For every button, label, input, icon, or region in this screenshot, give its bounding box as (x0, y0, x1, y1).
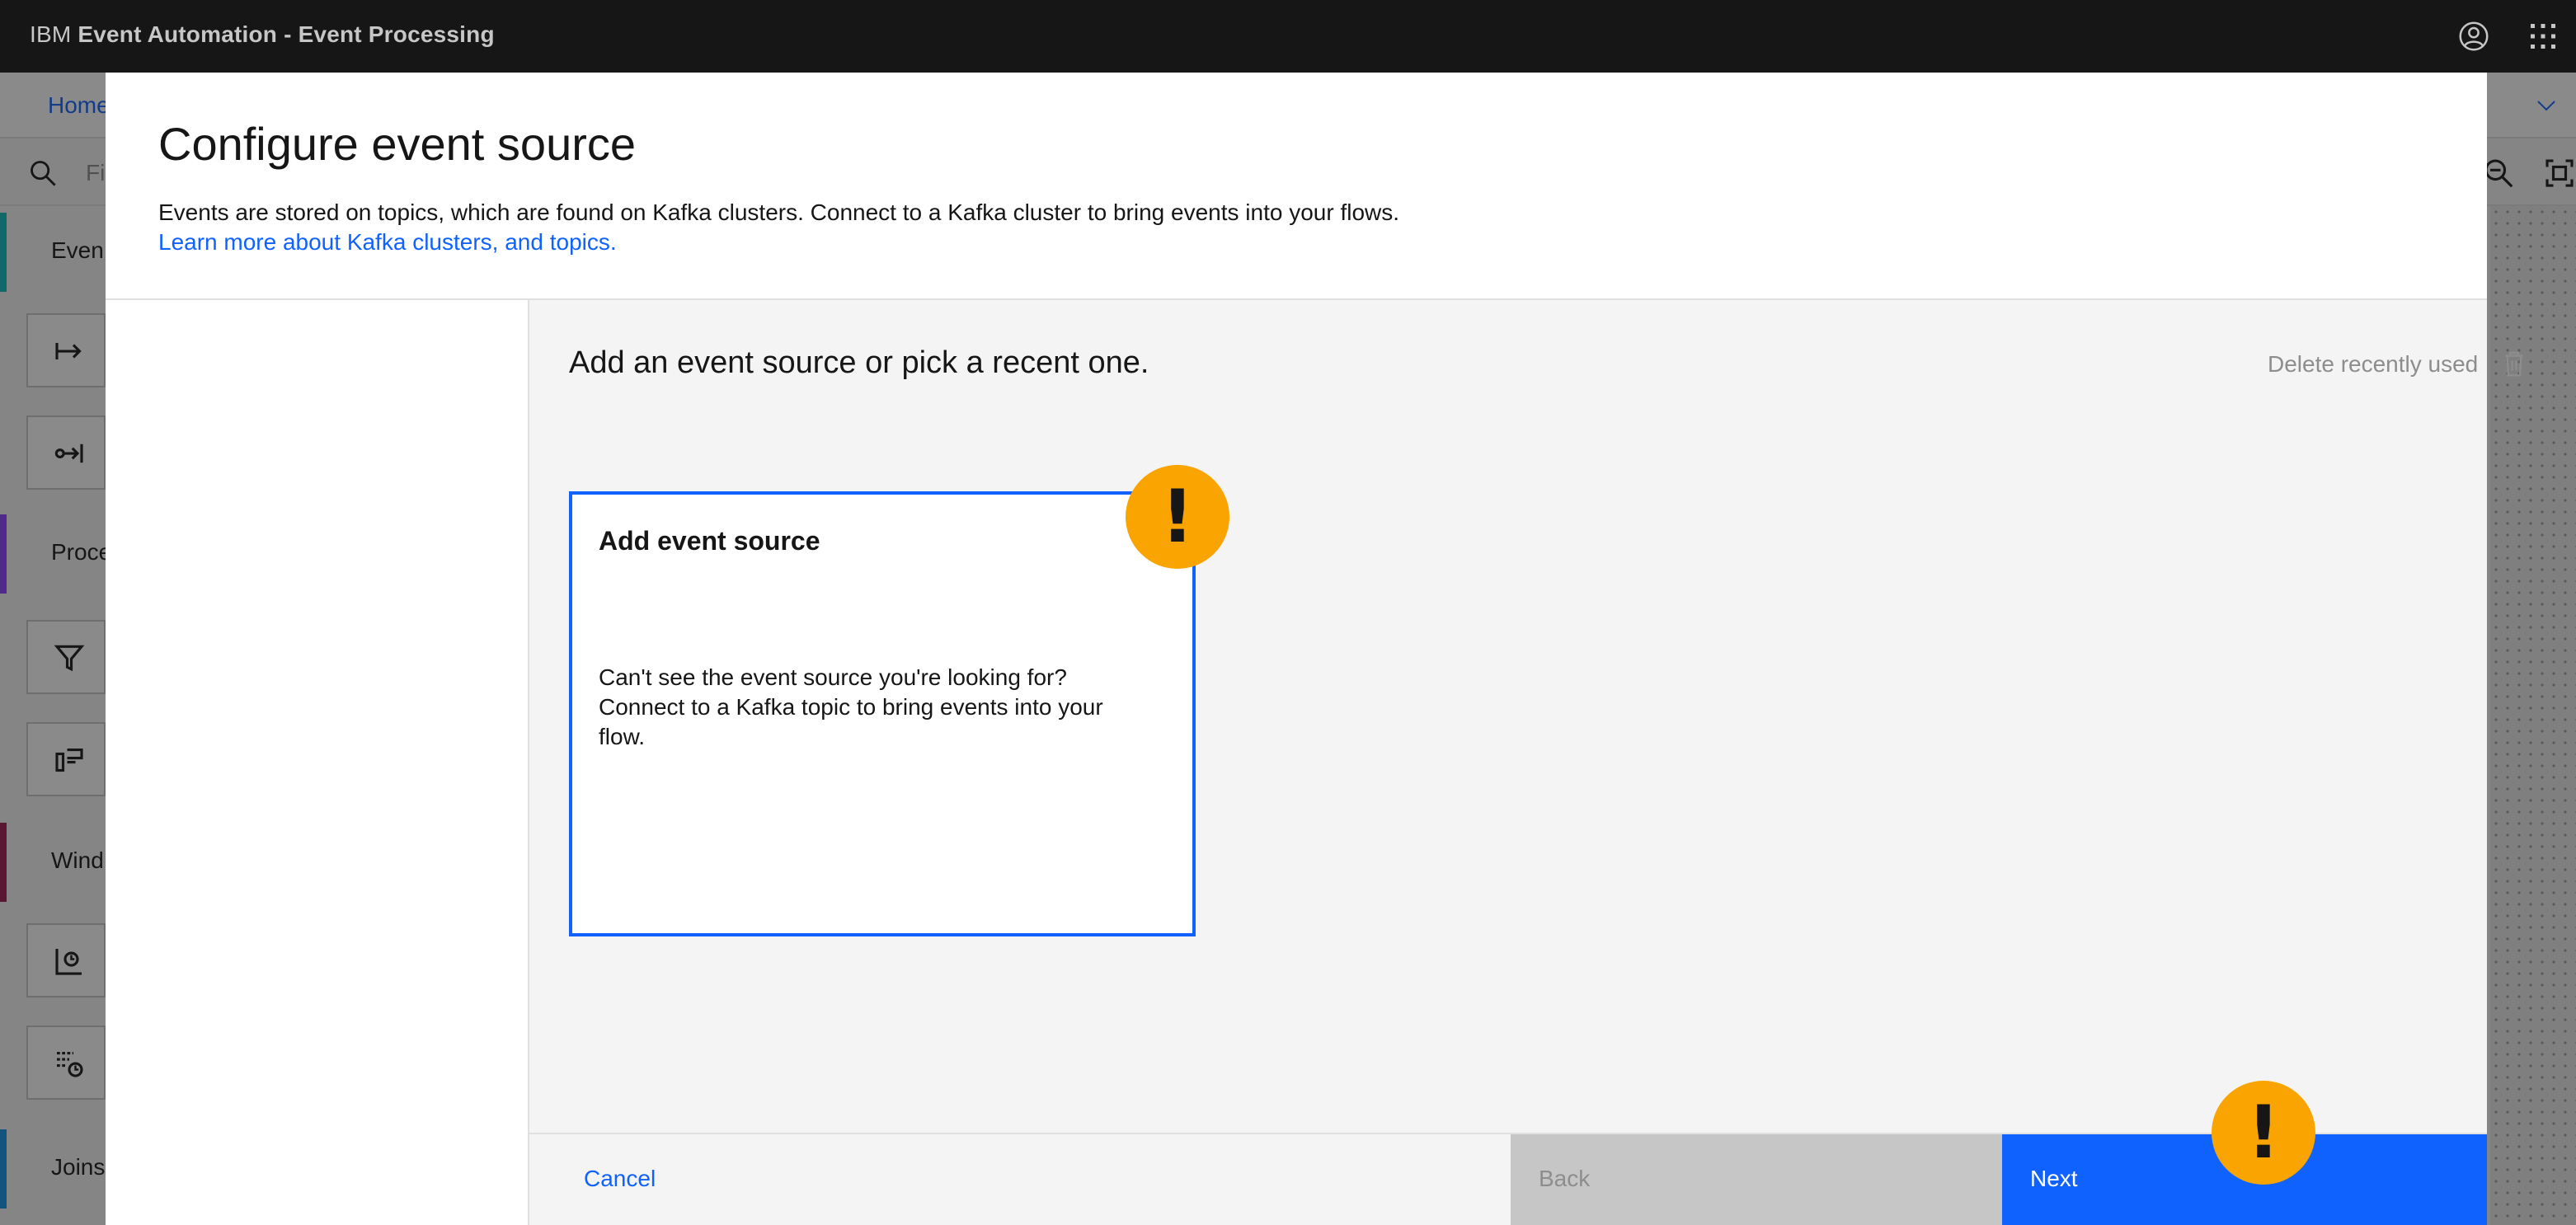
back-button[interactable]: Back (1511, 1134, 2002, 1225)
modal-title: Configure event source (158, 118, 637, 170)
user-avatar-icon[interactable] (2457, 20, 2490, 53)
brand-name: Event Automation - Event Processing (78, 21, 495, 47)
top-header: IBM Event Automation - Event Processing (0, 0, 2576, 73)
modal-footer: Cancel Back Next (529, 1133, 2487, 1225)
learn-more-link[interactable]: Learn more about Kafka clusters, and top… (158, 228, 617, 257)
warning-badge-icon: ! (2212, 1081, 2315, 1185)
product-name[interactable]: IBM Event Automation - Event Processing (30, 20, 495, 49)
cancel-button-label: Cancel (584, 1166, 656, 1191)
tile-description: Can't see the event source you're lookin… (599, 664, 1103, 749)
tile-title: Add event source (599, 526, 820, 556)
brand-prefix: IBM (30, 21, 72, 47)
modal-header: Configure event source Events are stored… (106, 73, 2487, 300)
next-button-label: Next (2030, 1166, 2078, 1191)
warning-mark: ! (2246, 1090, 2281, 1175)
trash-icon[interactable] (2498, 348, 2530, 379)
back-button-label: Back (1539, 1166, 1591, 1191)
modal-description: Events are stored on topics, which are f… (158, 199, 1400, 225)
delete-recently-used-button[interactable]: Delete recently used (2268, 350, 2478, 379)
warning-mark: ! (1160, 474, 1195, 559)
warning-badge-icon: ! (1126, 465, 1229, 569)
app-switcher-icon[interactable] (2527, 20, 2560, 53)
progress-pane (106, 300, 529, 1225)
add-event-source-tile[interactable]: Add event source Can't see the event sou… (569, 491, 1196, 936)
content-heading: Add an event source or pick a recent one… (569, 345, 1149, 380)
configure-event-source-modal: Configure event source Events are stored… (106, 73, 2523, 1225)
cancel-button[interactable]: Cancel (529, 1134, 1511, 1225)
